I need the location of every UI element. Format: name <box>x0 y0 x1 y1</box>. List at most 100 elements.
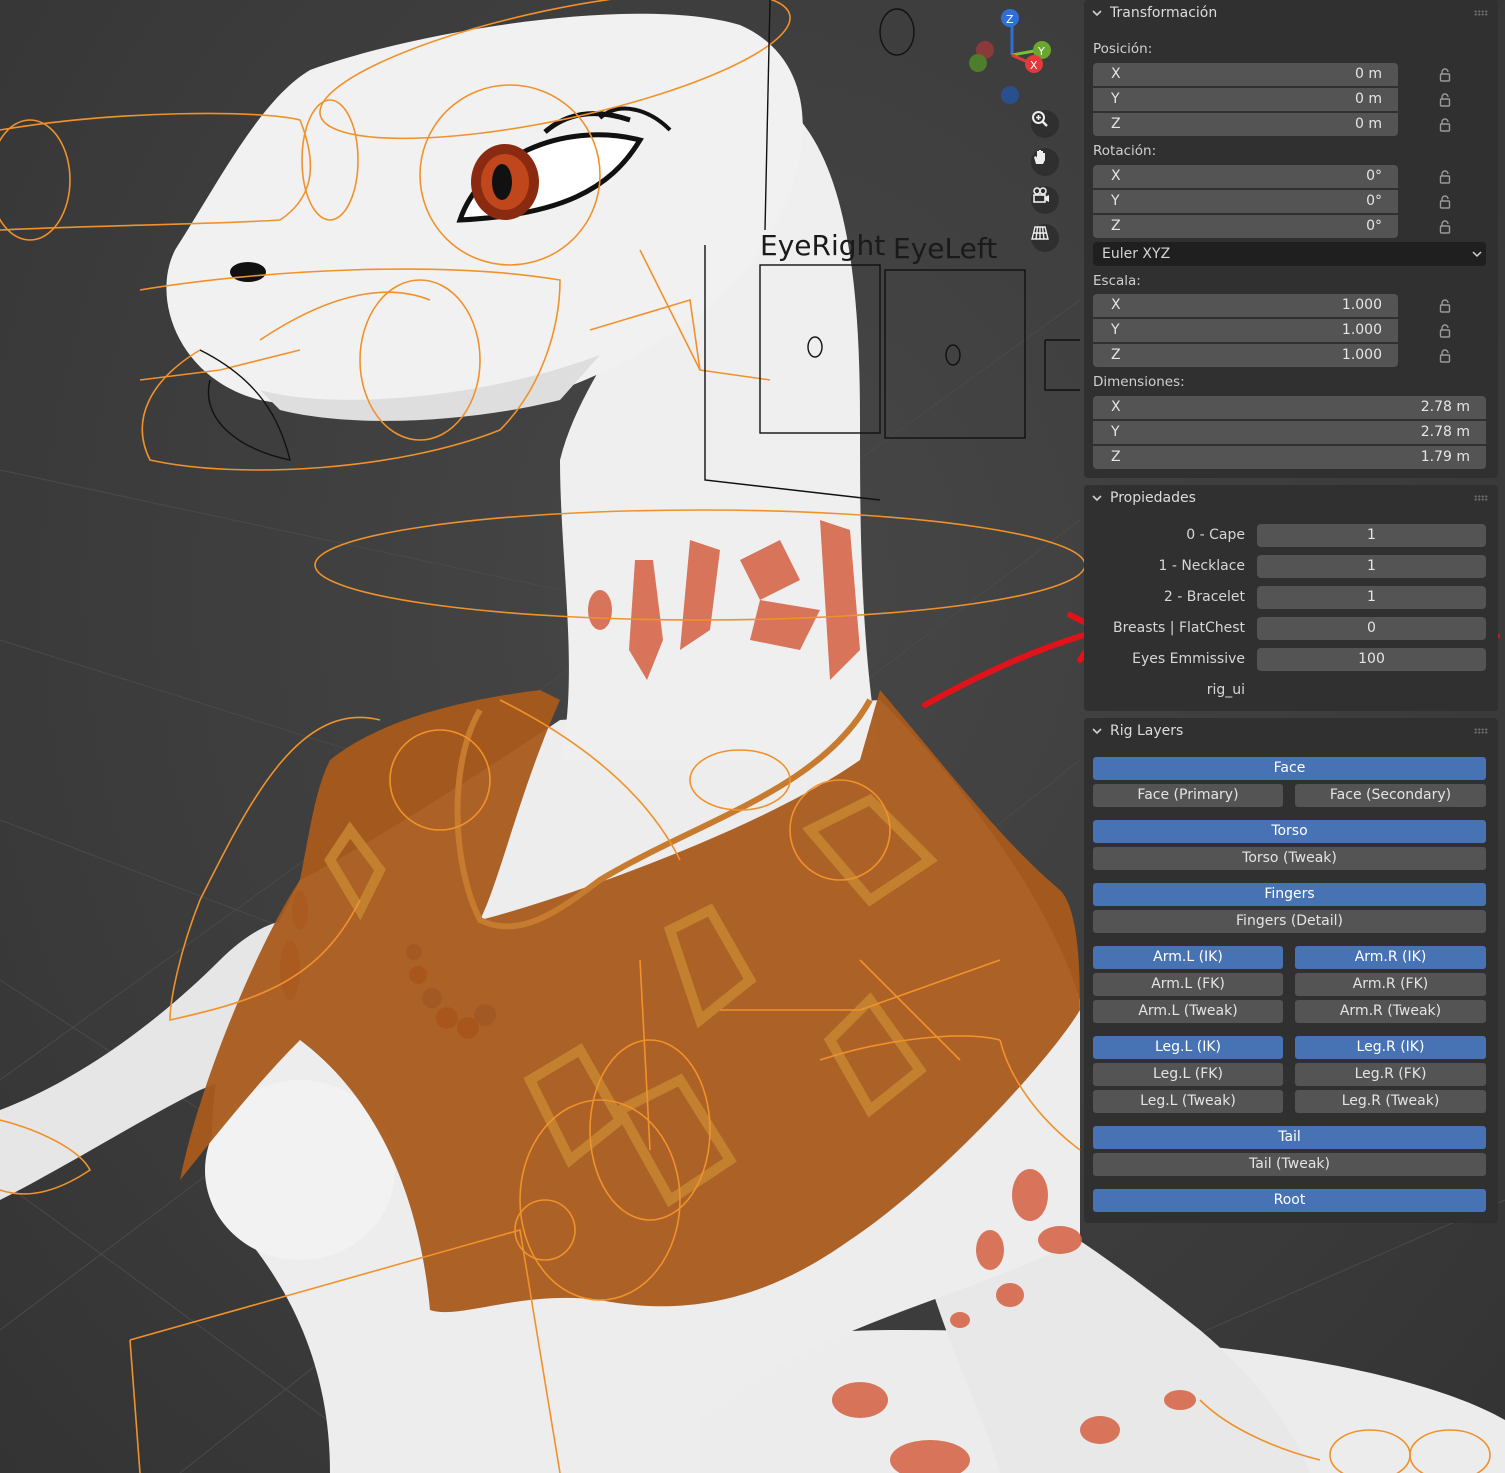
transform-panel: Transformación Posición: X0 m Y0 m Z0 m … <box>1084 0 1498 478</box>
pan-hand-icon[interactable] <box>1031 148 1059 176</box>
lock-icon[interactable] <box>1439 220 1451 234</box>
gizmo-z-label: Z <box>1006 13 1014 26</box>
axis-label: Y <box>1111 322 1120 338</box>
gizmo-neg-z-axis[interactable] <box>1001 86 1019 104</box>
scale-y-field[interactable]: Y 1.000 <box>1093 319 1398 342</box>
field-value: 1.000 <box>1341 347 1382 363</box>
field-value: 1.79 m <box>1420 449 1470 465</box>
layer-leg-r-ik-button[interactable]: Leg.R (IK) <box>1295 1036 1486 1059</box>
field-value: 0 m <box>1355 116 1382 132</box>
property-eyes-emissive-field[interactable]: 100 <box>1257 648 1486 671</box>
property-label: 0 - Cape <box>1186 527 1245 543</box>
lock-icon[interactable] <box>1439 195 1451 209</box>
chevron-down-icon <box>1472 251 1482 258</box>
position-z-field[interactable]: Z 0 m <box>1093 113 1398 136</box>
axis-label: X <box>1111 399 1121 415</box>
layer-leg-l-ik-button[interactable]: Leg.L (IK) <box>1093 1036 1283 1059</box>
axis-label: X <box>1111 168 1121 184</box>
lock-icon[interactable] <box>1439 118 1451 132</box>
property-cape-field[interactable]: 1 <box>1257 524 1486 547</box>
lock-icon[interactable] <box>1439 324 1451 338</box>
field-value: 1.000 <box>1341 322 1382 338</box>
layer-arm-l-fk-button[interactable]: Arm.L (FK) <box>1093 973 1283 996</box>
axis-label: Y <box>1111 91 1120 107</box>
layer-face-primary-button[interactable]: Face (Primary) <box>1093 784 1283 807</box>
properties-panel-header[interactable]: Propiedades <box>1084 485 1498 511</box>
dimensions-label: Dimensiones: <box>1093 374 1185 390</box>
field-value: 0° <box>1366 218 1382 234</box>
dimensions-y-field[interactable]: Y 2.78 m <box>1093 421 1486 444</box>
layer-tail-button[interactable]: Tail <box>1093 1126 1486 1149</box>
property-label: 2 - Bracelet <box>1163 589 1245 605</box>
layer-torso-button[interactable]: Torso <box>1093 820 1486 843</box>
property-label: 1 - Necklace <box>1158 558 1245 574</box>
property-label: rig_ui <box>1206 682 1245 698</box>
layer-face-button[interactable]: Face <box>1093 757 1486 780</box>
layer-leg-l-fk-button[interactable]: Leg.L (FK) <box>1093 1063 1283 1086</box>
gizmo-neg-x-axis[interactable] <box>969 54 987 72</box>
property-necklace-field[interactable]: 1 <box>1257 555 1486 578</box>
property-bracelet-field[interactable]: 1 <box>1257 586 1486 609</box>
chevron-down-icon <box>1092 10 1102 17</box>
transform-panel-header[interactable]: Transformación <box>1084 0 1498 26</box>
layer-root-button[interactable]: Root <box>1093 1189 1486 1212</box>
layer-leg-r-tweak-button[interactable]: Leg.R (Tweak) <box>1295 1090 1486 1113</box>
axis-label: Z <box>1111 347 1121 363</box>
layer-fingers-detail-button[interactable]: Fingers (Detail) <box>1093 910 1486 933</box>
drag-grip-icon[interactable] <box>1474 728 1488 734</box>
axis-label: Z <box>1111 218 1121 234</box>
grid-icon[interactable] <box>1031 224 1059 252</box>
lock-icon[interactable] <box>1439 170 1451 184</box>
rotation-x-field[interactable]: X 0° <box>1093 165 1398 188</box>
rotation-label: Rotación: <box>1093 143 1157 159</box>
zoom-icon[interactable] <box>1031 110 1059 138</box>
layer-face-secondary-button[interactable]: Face (Secondary) <box>1295 784 1486 807</box>
field-value: 0° <box>1366 168 1382 184</box>
rotation-z-field[interactable]: Z 0° <box>1093 215 1398 238</box>
layer-leg-r-fk-button[interactable]: Leg.R (FK) <box>1295 1063 1486 1086</box>
property-label: Eyes Emmissive <box>1132 651 1245 667</box>
rig-layers-panel: Rig Layers Face Face (Primary) Face (Sec… <box>1084 718 1498 1223</box>
layer-arm-l-tweak-button[interactable]: Arm.L (Tweak) <box>1093 1000 1283 1023</box>
field-value: 2.78 m <box>1420 424 1470 440</box>
lock-icon[interactable] <box>1439 299 1451 313</box>
axis-label: Y <box>1111 424 1120 440</box>
axis-label: Z <box>1111 449 1121 465</box>
lock-icon[interactable] <box>1439 349 1451 363</box>
layer-torso-tweak-button[interactable]: Torso (Tweak) <box>1093 847 1486 870</box>
layer-arm-r-fk-button[interactable]: Arm.R (FK) <box>1295 973 1486 996</box>
navigation-gizmo[interactable]: Z Y X <box>969 9 1051 104</box>
axis-label: X <box>1111 297 1121 313</box>
scale-x-field[interactable]: X 1.000 <box>1093 294 1398 317</box>
layer-arm-l-ik-button[interactable]: Arm.L (IK) <box>1093 946 1283 969</box>
field-value: 0° <box>1366 193 1382 209</box>
layer-leg-l-tweak-button[interactable]: Leg.L (Tweak) <box>1093 1090 1283 1113</box>
dimensions-z-field[interactable]: Z 1.79 m <box>1093 446 1486 469</box>
label-eye-left: EyeLeft <box>893 232 997 265</box>
layer-arm-r-ik-button[interactable]: Arm.R (IK) <box>1295 946 1486 969</box>
rotation-mode-value: Euler XYZ <box>1102 246 1171 262</box>
layer-arm-r-tweak-button[interactable]: Arm.R (Tweak) <box>1295 1000 1486 1023</box>
layer-fingers-button[interactable]: Fingers <box>1093 883 1486 906</box>
position-label: Posición: <box>1093 41 1153 57</box>
rotation-y-field[interactable]: Y 0° <box>1093 190 1398 213</box>
label-eye-right: EyeRight <box>760 229 885 262</box>
position-x-field[interactable]: X 0 m <box>1093 63 1398 86</box>
properties-title: Propiedades <box>1110 490 1196 506</box>
property-breasts-field[interactable]: 0 <box>1257 617 1486 640</box>
dimensions-x-field[interactable]: X 2.78 m <box>1093 396 1486 419</box>
drag-grip-icon[interactable] <box>1474 495 1488 501</box>
field-value: 0 m <box>1355 91 1382 107</box>
lock-icon[interactable] <box>1439 93 1451 107</box>
position-y-field[interactable]: Y 0 m <box>1093 88 1398 111</box>
field-value: 2.78 m <box>1420 399 1470 415</box>
gizmo-x-label: X <box>1030 59 1038 72</box>
axis-label: X <box>1111 66 1121 82</box>
scale-z-field[interactable]: Z 1.000 <box>1093 344 1398 367</box>
camera-icon[interactable] <box>1031 186 1059 214</box>
lock-icon[interactable] <box>1439 68 1451 82</box>
layer-tail-tweak-button[interactable]: Tail (Tweak) <box>1093 1153 1486 1176</box>
rotation-mode-select[interactable]: Euler XYZ <box>1093 242 1486 266</box>
drag-grip-icon[interactable] <box>1474 10 1488 16</box>
rig-layers-panel-header[interactable]: Rig Layers <box>1084 718 1498 744</box>
